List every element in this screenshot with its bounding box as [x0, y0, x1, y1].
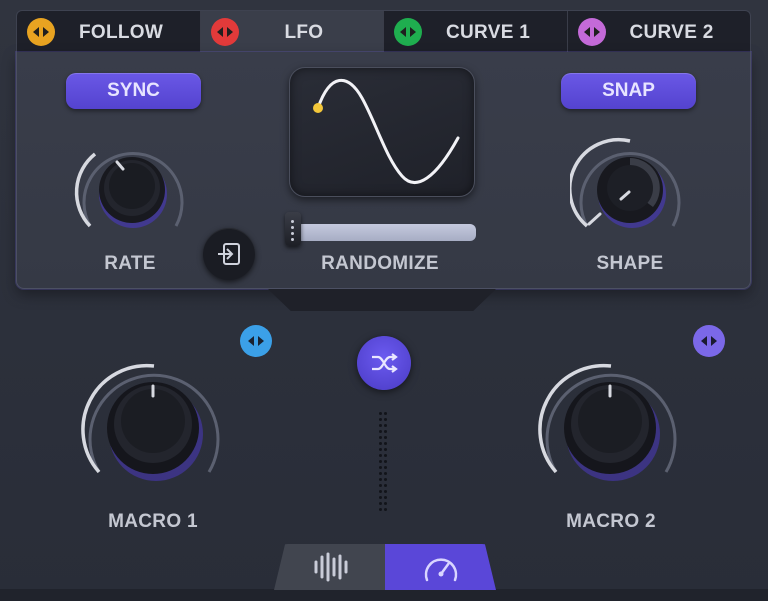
snap-button[interactable]: SNAP — [561, 73, 696, 109]
macro2-knob[interactable] — [533, 358, 689, 493]
playhead-dot — [313, 103, 323, 113]
randomize-slider-thumb[interactable] — [285, 212, 301, 246]
tab-gauge-view[interactable] — [385, 544, 496, 590]
exit-button[interactable] — [203, 228, 255, 280]
gauge-icon — [424, 558, 457, 582]
rate-knob[interactable] — [73, 136, 193, 241]
arrows-icon — [248, 336, 264, 346]
lfo-module: FOLLOW LFO CURVE 1 CURVE 2 SYNC SNAP RAT… — [0, 0, 768, 601]
macro1-knob[interactable] — [76, 358, 232, 493]
arrows-icon — [577, 18, 606, 46]
macro1-label: MACRO 1 — [108, 511, 198, 532]
tab-curve-1[interactable]: CURVE 1 — [384, 11, 568, 52]
link-dots — [379, 412, 391, 512]
macro1-mod-indicator[interactable] — [240, 325, 272, 357]
shuffle-button[interactable] — [357, 336, 411, 390]
shuffle-icon — [372, 353, 398, 373]
rate-label: RATE — [104, 253, 156, 274]
sync-label: SYNC — [107, 80, 160, 101]
tab-curve-2[interactable]: CURVE 2 — [568, 11, 751, 52]
arrows-icon — [701, 336, 717, 346]
waveform-icon — [314, 552, 347, 582]
tab-follow[interactable]: FOLLOW — [17, 11, 201, 52]
macro2-label: MACRO 2 — [566, 511, 656, 532]
randomize-label: RANDOMIZE — [321, 253, 439, 274]
view-switcher — [274, 544, 496, 590]
tab-label: CURVE 2 — [629, 22, 714, 43]
randomize-slider-track[interactable] — [296, 224, 476, 241]
macro2-mod-indicator[interactable] — [693, 325, 725, 357]
lfo-waveform-display — [289, 67, 475, 197]
tab-label: FOLLOW — [79, 22, 164, 43]
tab-lfo[interactable]: LFO — [200, 11, 384, 52]
shape-label: SHAPE — [596, 253, 664, 274]
panel-notch — [268, 289, 496, 311]
sync-button[interactable]: SYNC — [66, 73, 201, 109]
modulator-tabs: FOLLOW LFO CURVE 1 CURVE 2 — [16, 10, 751, 52]
tab-waveform-view[interactable] — [274, 544, 385, 590]
exit-icon — [218, 243, 240, 265]
arrows-icon — [394, 18, 422, 46]
tab-label: LFO — [284, 22, 324, 43]
shape-knob[interactable] — [568, 136, 690, 241]
snap-label: SNAP — [602, 80, 655, 101]
tab-label: CURVE 1 — [446, 22, 531, 43]
arrows-icon — [210, 18, 239, 46]
arrows-icon — [27, 18, 55, 46]
bottom-bar — [0, 589, 768, 601]
